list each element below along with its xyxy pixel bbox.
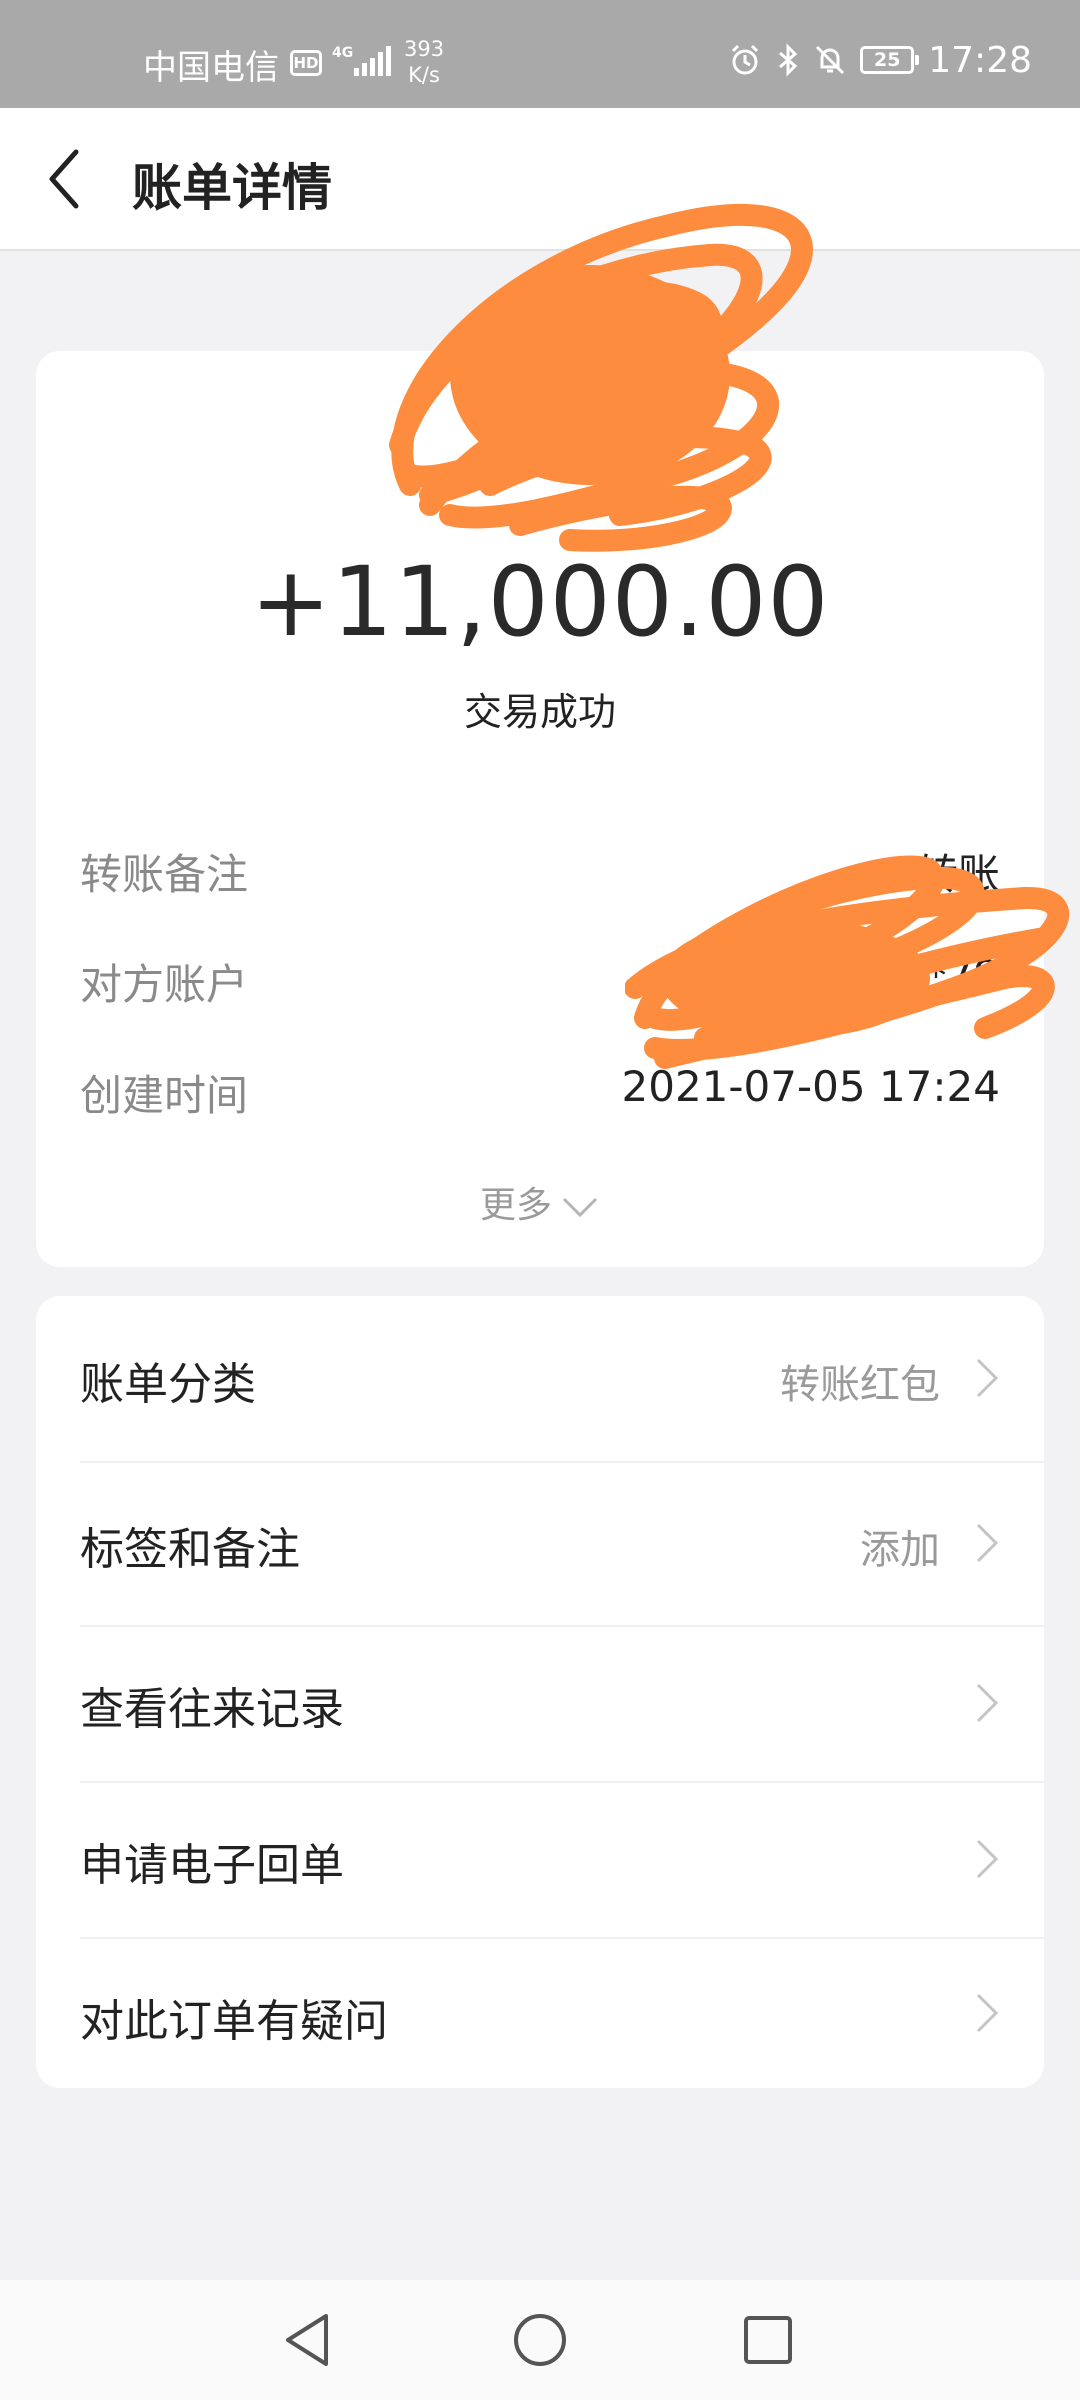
mute-bell-icon (816, 45, 845, 75)
detail-row-created-time: 创建时间 2021-07-05 17:24 (80, 1062, 1000, 1122)
network-speed: 393 K/s (404, 36, 444, 88)
chevron-right-icon (976, 1993, 999, 2033)
bill-summary-card: +11,000.00 交易成功 转账备注 转账 对方账户 **79 创建时间 2… (36, 351, 1044, 1267)
recents-square-icon[interactable] (730, 2302, 806, 2378)
clock: 17:28 (928, 39, 1032, 81)
speed-unit: K/s (408, 63, 440, 87)
transaction-status: 交易成功 (463, 690, 616, 734)
detail-value: 转账 (915, 850, 1000, 899)
item-label: 账单分类 (80, 1359, 256, 1410)
more-label: 更多 (479, 1185, 552, 1226)
item-value: 转账红包 (780, 1362, 940, 1408)
detail-label: 对方账户 (80, 960, 249, 1009)
list-item-e-receipt[interactable]: 申请电子回单 (36, 1781, 1044, 1937)
list-item-tags-notes[interactable]: 标签和备注 添加 (36, 1461, 1044, 1625)
bill-actions-card: 账单分类 转账红包 标签和备注 添加 查看往来记录 申请电子回单 对此订单有疑问 (36, 1296, 1044, 2088)
detail-row-counterparty: 对方账户 **79 (80, 951, 1000, 1011)
system-navigation-bar (0, 2280, 1080, 2400)
network-type: 4G (332, 45, 354, 61)
page-title: 账单详情 (132, 159, 332, 217)
chevron-right-icon (976, 1683, 999, 1723)
hd-indicator: HD (290, 50, 322, 76)
chevron-right-icon (976, 1839, 999, 1879)
detail-value: **79 (904, 951, 1000, 1000)
detail-label: 创建时间 (80, 1071, 249, 1120)
back-triangle-icon[interactable] (270, 2302, 346, 2378)
list-item-transaction-history[interactable]: 查看往来记录 (36, 1625, 1044, 1781)
item-label: 对此订单有疑问 (80, 1996, 388, 2047)
chevron-right-icon (976, 1358, 999, 1398)
carrier-name: 中国电信 (143, 48, 279, 88)
status-icons: 25 17:28 (728, 39, 1032, 81)
alarm-icon (732, 44, 759, 75)
transaction-amount: +11,000.00 (250, 546, 830, 658)
detail-label: 转账备注 (80, 850, 249, 899)
more-toggle[interactable]: 更多 (36, 1176, 1044, 1228)
back-arrow-icon[interactable] (42, 146, 90, 212)
bluetooth-icon (779, 43, 798, 77)
item-label: 查看往来记录 (80, 1684, 344, 1735)
home-circle-icon[interactable] (502, 2302, 578, 2378)
chevron-down-icon (562, 1197, 598, 1218)
signal-icon (354, 46, 391, 76)
detail-row-remark: 转账备注 转账 (80, 841, 1000, 901)
list-item-bill-category[interactable]: 账单分类 转账红包 (36, 1296, 1044, 1461)
detail-value: 2021-07-05 17:24 (621, 1062, 1000, 1111)
item-label: 申请电子回单 (80, 1840, 344, 1891)
chevron-right-icon (976, 1523, 999, 1563)
speed-value: 393 (404, 37, 445, 61)
battery-icon: 25 (860, 46, 920, 74)
status-bar: 中国电信 HD 4G 393 K/s 25 17:28 (0, 0, 1080, 108)
app-header: 账单详情 (0, 108, 1080, 251)
list-item-order-question[interactable]: 对此订单有疑问 (36, 1937, 1044, 2088)
item-label: 标签和备注 (80, 1524, 300, 1575)
item-value: 添加 (860, 1527, 940, 1573)
